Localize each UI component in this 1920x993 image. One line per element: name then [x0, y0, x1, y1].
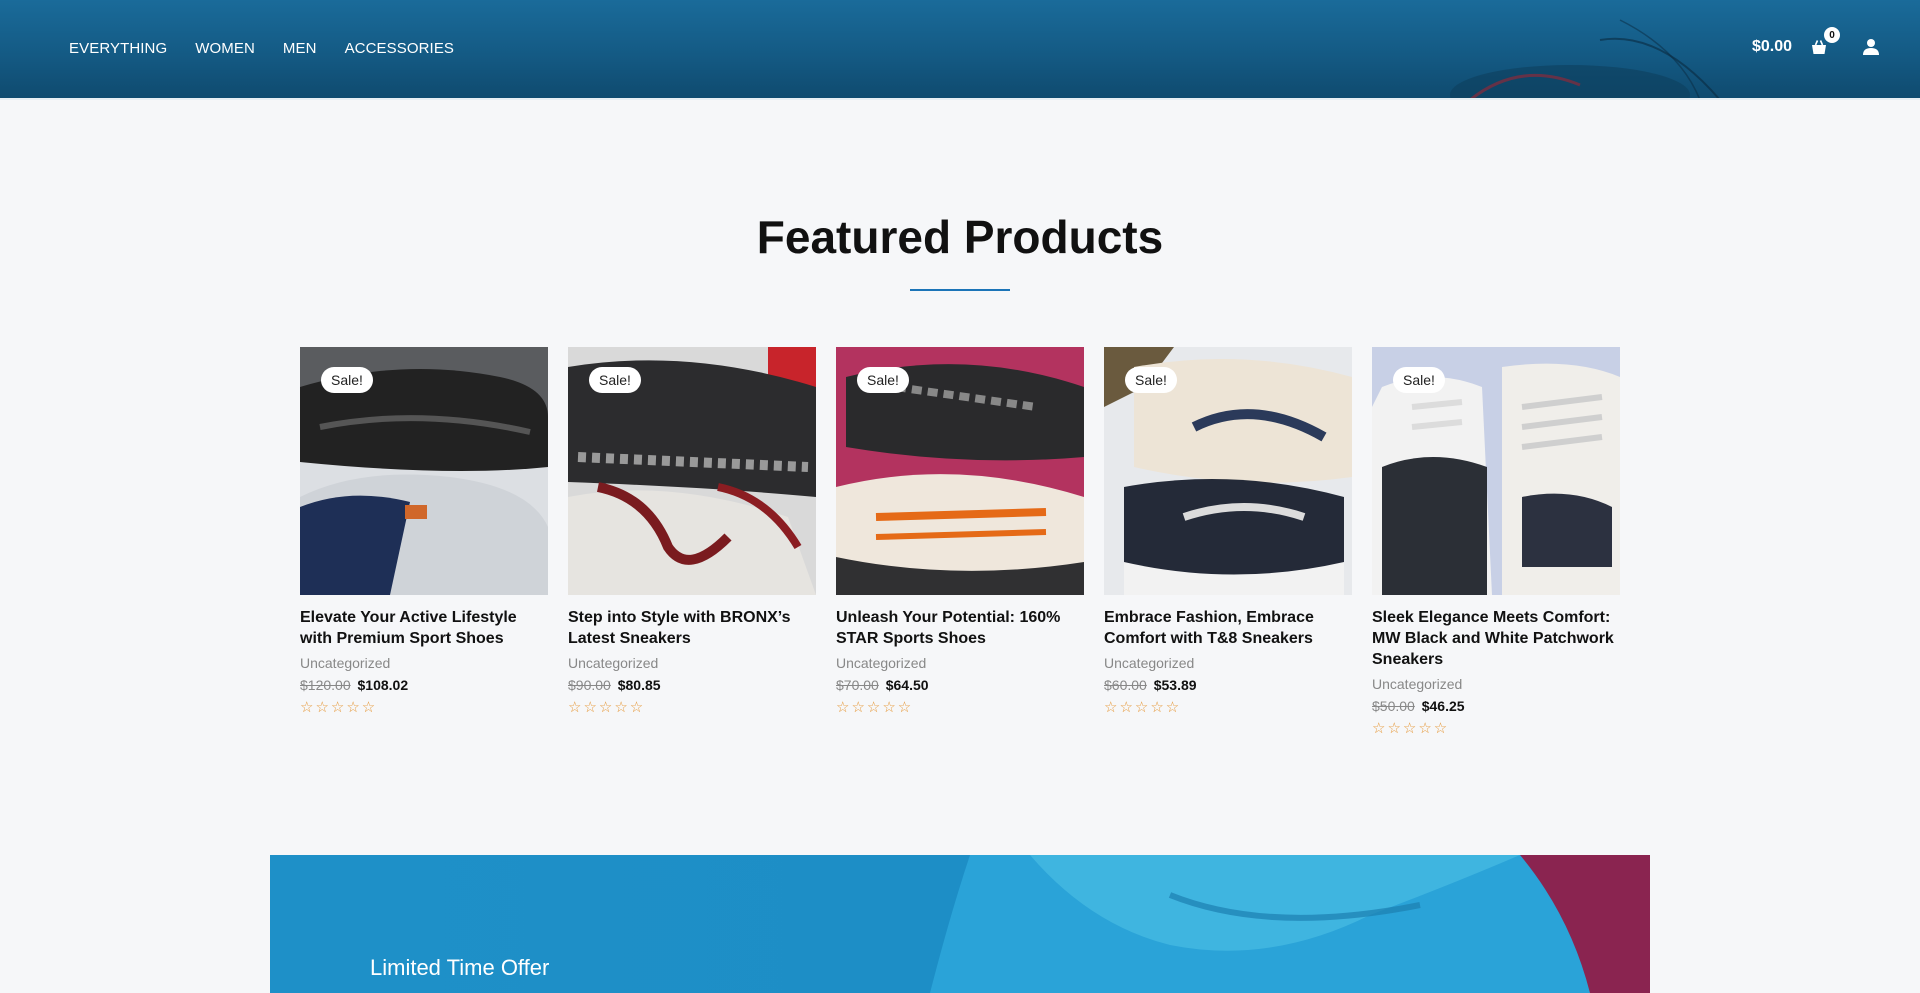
sale-price: $80.85 — [617, 677, 661, 693]
product-category: Uncategorized — [300, 655, 391, 671]
product-title[interactable]: Elevate Your Active Lifestyle with Premi… — [300, 607, 548, 649]
title-divider — [910, 289, 1010, 291]
original-price: $70.00 — [836, 677, 879, 693]
sale-badge: Sale! — [589, 367, 641, 393]
product-title[interactable]: Embrace Fashion, Embrace Comfort with T&… — [1104, 607, 1352, 649]
product-card: Sale! Embrace Fashion, Embrace Comfort w… — [1104, 347, 1352, 737]
cart-total[interactable]: $0.00 — [1752, 38, 1792, 56]
product-title[interactable]: Unleash Your Potential: 160% STAR Sports… — [836, 607, 1084, 649]
product-price: $90.00 $80.85 — [568, 677, 816, 693]
sale-price: $64.50 — [885, 677, 929, 693]
original-price: $120.00 — [300, 677, 351, 693]
product-price: $120.00 $108.02 — [300, 677, 548, 693]
header-background-decoration — [1450, 19, 1721, 100]
account-button[interactable] — [1860, 36, 1882, 58]
sale-price: $46.25 — [1421, 698, 1465, 714]
sale-badge: Sale! — [1393, 367, 1445, 393]
original-price: $90.00 — [568, 677, 611, 693]
sale-price: $53.89 — [1153, 677, 1197, 693]
rating-stars: ☆☆☆☆☆ — [836, 699, 914, 716]
nav-women[interactable]: WOMEN — [195, 40, 255, 57]
sale-badge: Sale! — [1125, 367, 1177, 393]
product-card: Sale! Step into Style with BRONX’s Lates… — [568, 347, 816, 737]
main-nav: EVERYTHING WOMEN MEN ACCESSORIES — [69, 40, 454, 57]
original-price: $50.00 — [1372, 698, 1415, 714]
product-category: Uncategorized — [1104, 655, 1195, 671]
header-actions: $0.00 0 — [1752, 27, 1882, 58]
user-icon — [1863, 39, 1879, 55]
sale-badge: Sale! — [857, 367, 909, 393]
product-card: Sale! Unleash Your Potential: 160% STAR … — [836, 347, 1084, 737]
product-image[interactable]: Sale! — [300, 347, 548, 595]
product-card: Sale! Elevate Your Active Lifestyle with… — [300, 347, 548, 737]
product-title[interactable]: Sleek Elegance Meets Comfort: MW Black a… — [1372, 607, 1620, 670]
cart-button[interactable]: 0 — [1808, 27, 1840, 58]
promo-banner: Limited Time Offer — [270, 855, 1650, 993]
product-category: Uncategorized — [1372, 676, 1463, 692]
product-grid: Sale! Elevate Your Active Lifestyle with… — [300, 347, 1620, 737]
product-image[interactable]: Sale! — [836, 347, 1084, 595]
rating-stars: ☆☆☆☆☆ — [300, 699, 378, 716]
cart-count-badge: 0 — [1824, 27, 1840, 43]
product-price: $50.00 $46.25 — [1372, 698, 1620, 714]
product-card: Sale! Sleek Elegance Meets Comfort: MW B… — [1372, 347, 1620, 737]
banner-title: Limited Time Offer — [370, 955, 550, 980]
featured-title: Featured Products — [756, 211, 1164, 263]
product-image[interactable]: Sale! — [1372, 347, 1620, 595]
shopping-bag-icon — [1812, 40, 1826, 54]
product-category: Uncategorized — [836, 655, 927, 671]
nav-accessories[interactable]: ACCESSORIES — [345, 40, 454, 57]
product-price: $60.00 $53.89 — [1104, 677, 1352, 693]
nav-men[interactable]: MEN — [283, 40, 317, 57]
product-price: $70.00 $64.50 — [836, 677, 1084, 693]
rating-stars: ☆☆☆☆☆ — [568, 699, 646, 716]
rating-stars: ☆☆☆☆☆ — [1104, 699, 1182, 716]
product-category: Uncategorized — [568, 655, 659, 671]
product-image[interactable]: Sale! — [1104, 347, 1352, 595]
sale-price: $108.02 — [357, 677, 409, 693]
product-title[interactable]: Step into Style with BRONX’s Latest Snea… — [568, 607, 816, 649]
site-header: EVERYTHING WOMEN MEN ACCESSORIES $0.00 0 — [0, 0, 1920, 100]
sale-badge: Sale! — [321, 367, 373, 393]
rating-stars: ☆☆☆☆☆ — [1372, 720, 1450, 737]
product-image[interactable]: Sale! — [568, 347, 816, 595]
nav-everything[interactable]: EVERYTHING — [69, 40, 167, 57]
original-price: $60.00 — [1104, 677, 1147, 693]
